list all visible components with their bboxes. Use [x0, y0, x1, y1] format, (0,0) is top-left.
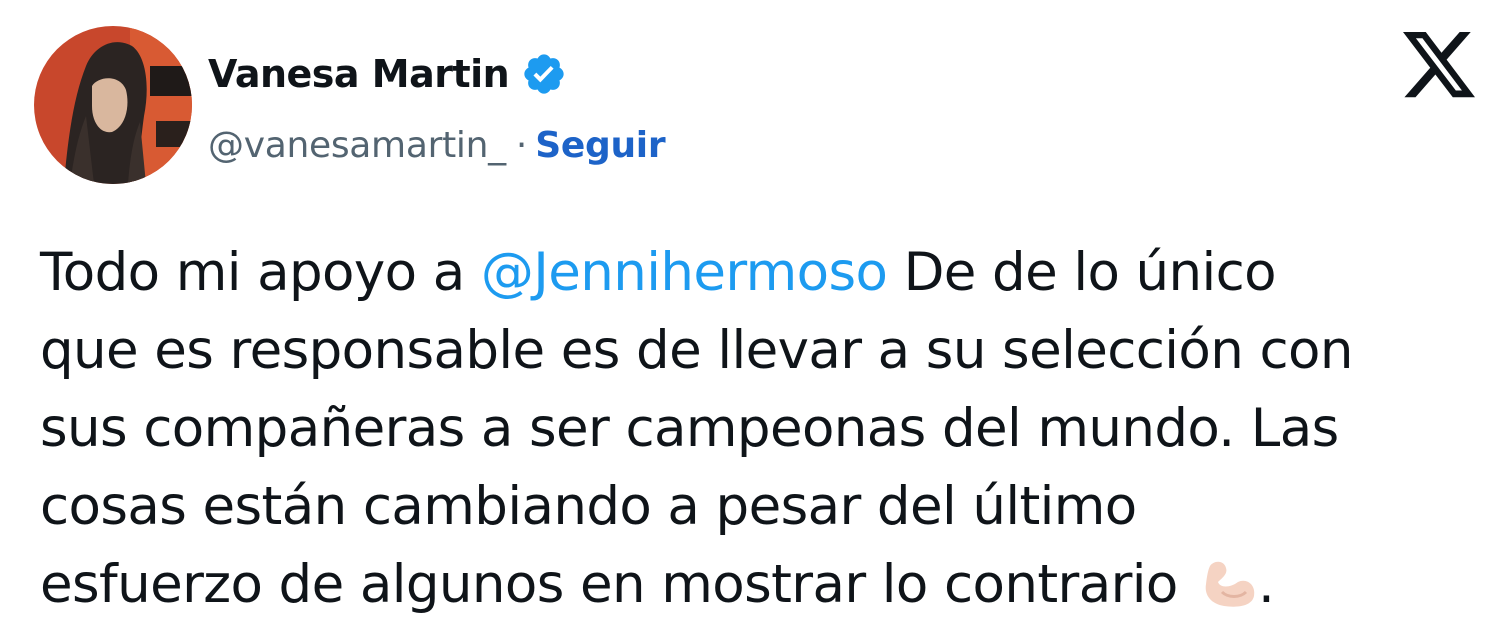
- tweet-text: Todo mi apoyo a @Jennihermoso De de lo ú…: [40, 234, 1490, 624]
- avatar-image: [34, 26, 192, 184]
- tweet-text-segment: esfuerzo de algunos en mostrar lo contra…: [40, 554, 1194, 615]
- author-name-row: Vanesa Martin: [208, 46, 567, 102]
- tweet-text-segment: .: [1257, 554, 1275, 615]
- tweet-text-segment: De de lo único: [887, 242, 1277, 303]
- tweet-card: Vanesa Martin @vanesamartin_ · Seguir To…: [0, 0, 1500, 629]
- author-display-name[interactable]: Vanesa Martin: [208, 52, 510, 96]
- tweet-line-4: cosas están cambiando a pesar del último: [40, 476, 1137, 537]
- tweet-line-2: que es responsable es de llevar a su sel…: [40, 320, 1353, 381]
- author-handle[interactable]: @vanesamartin_: [208, 125, 506, 166]
- flexed-biceps-emoji-icon: [1200, 554, 1258, 607]
- tweet-line-5: esfuerzo de algunos en mostrar lo contra…: [40, 546, 1490, 624]
- mention-link[interactable]: @Jennihermoso: [481, 242, 888, 303]
- tweet-line-1: Todo mi apoyo a @Jennihermoso De de lo ú…: [40, 234, 1490, 312]
- avatar[interactable]: [34, 26, 192, 184]
- tweet-text-segment: Todo mi apoyo a: [40, 242, 481, 303]
- tweet-line-3: sus compañeras a ser campeonas del mundo…: [40, 398, 1339, 459]
- author-handle-row: @vanesamartin_ · Seguir: [208, 118, 666, 172]
- separator-dot: ·: [515, 124, 528, 166]
- follow-button[interactable]: Seguir: [535, 125, 665, 166]
- verified-badge-icon: [521, 51, 567, 97]
- x-logo-icon[interactable]: [1403, 32, 1475, 98]
